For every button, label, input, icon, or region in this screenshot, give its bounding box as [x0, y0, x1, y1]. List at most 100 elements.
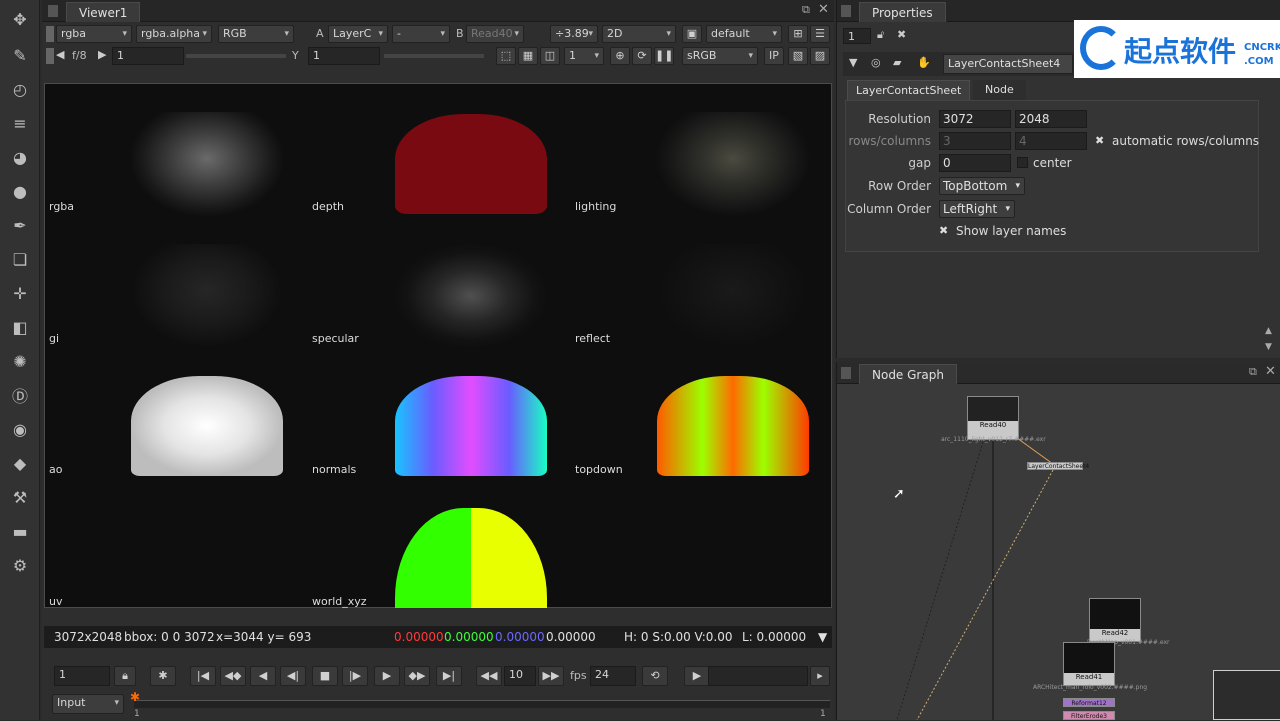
- prev-frame-icon[interactable]: ◀: [250, 666, 276, 686]
- loop-icon[interactable]: ⟲: [642, 666, 668, 686]
- node-name-field[interactable]: LayerContactSheet4: [943, 54, 1073, 74]
- node-filter-erode3[interactable]: FilterErode3: [1063, 711, 1115, 720]
- clock-icon[interactable]: ◴: [9, 78, 31, 100]
- lut-dropdown[interactable]: default: [706, 25, 782, 43]
- playhead-icon[interactable]: ✱: [130, 690, 140, 704]
- scroll-up-icon[interactable]: ▲: [1265, 326, 1272, 336]
- proxy-dropdown[interactable]: 1: [564, 47, 604, 65]
- tab-viewer1[interactable]: Viewer1: [66, 2, 141, 22]
- paint-brush-icon[interactable]: ✎: [9, 44, 31, 66]
- close-icon[interactable]: ✕: [818, 2, 829, 17]
- input-process-button[interactable]: IP: [764, 47, 784, 65]
- move-icon[interactable]: ✥: [9, 8, 31, 30]
- node-read41[interactable]: Read41: [1063, 642, 1115, 686]
- circle-icon[interactable]: ●: [9, 180, 31, 202]
- panel-grip-icon[interactable]: [841, 5, 851, 17]
- gpu-icon[interactable]: ⊕: [610, 47, 630, 65]
- channels-dropdown[interactable]: rgba: [56, 25, 132, 43]
- wrench-icon[interactable]: ⚒: [9, 486, 31, 508]
- resolution-height-input[interactable]: 2048: [1015, 110, 1087, 128]
- node-graph-minimap[interactable]: [1213, 670, 1280, 720]
- gain-dropdown[interactable]: ÷3.89: [550, 25, 598, 43]
- fps-input[interactable]: 24: [590, 666, 636, 686]
- node-graph-panel[interactable]: Node Graph ⧉ ✕ Read40 arc_1110_light_v01…: [836, 362, 1280, 720]
- tab-properties[interactable]: Properties: [859, 2, 946, 22]
- eye-icon[interactable]: ◉: [9, 418, 31, 440]
- pen-icon[interactable]: ✒: [9, 214, 31, 236]
- scroll-down-icon[interactable]: ▼: [1265, 342, 1272, 352]
- row-order-dropdown[interactable]: TopBottom: [939, 177, 1025, 195]
- overlay-icon[interactable]: ⊞: [788, 25, 808, 43]
- transform-icon[interactable]: ✛: [9, 282, 31, 304]
- next-keyframe-icon[interactable]: ◆▶: [404, 666, 430, 686]
- stripes-icon[interactable]: ▨: [810, 47, 830, 65]
- guides-icon[interactable]: ▦: [518, 47, 538, 65]
- center-checkbox[interactable]: [1017, 157, 1028, 168]
- snowflake-icon[interactable]: ✱: [150, 666, 176, 686]
- clip-warning-icon[interactable]: ▧: [788, 47, 808, 65]
- clear-panel-icon[interactable]: ✖: [897, 28, 906, 41]
- info-menu-icon[interactable]: ▼: [818, 626, 827, 648]
- node-read40[interactable]: Read40: [967, 396, 1019, 440]
- channel-icon[interactable]: ◕: [9, 146, 31, 168]
- properties-count-input[interactable]: 1: [843, 28, 871, 44]
- gamma-input[interactable]: 1: [308, 47, 380, 65]
- node-reformat12[interactable]: Reformat12: [1063, 698, 1115, 707]
- display-channel-dropdown[interactable]: RGB: [218, 25, 294, 43]
- node-read42[interactable]: Read42: [1089, 598, 1141, 642]
- stop-icon[interactable]: ■: [312, 666, 338, 686]
- view-mode-dropdown[interactable]: 2D: [602, 25, 676, 43]
- lock-panel-icon[interactable]: 🔓︎: [877, 28, 884, 42]
- tag-icon[interactable]: ◆: [9, 452, 31, 474]
- step-input[interactable]: 10: [504, 666, 536, 686]
- tab-layer-contact-sheet[interactable]: LayerContactSheet: [847, 80, 971, 100]
- float-icon[interactable]: ⧉: [802, 3, 810, 17]
- refresh-icon[interactable]: ⟳: [632, 47, 652, 65]
- gear-icon[interactable]: ⚙: [9, 554, 31, 576]
- viewer-row2-grip-icon[interactable]: [46, 48, 54, 64]
- show-layer-names-checkbox[interactable]: ✖: [939, 224, 948, 237]
- input-mode-dropdown[interactable]: Input: [52, 694, 124, 714]
- automatic-rows-checkbox[interactable]: ✖: [1095, 134, 1104, 147]
- skip-back-icon[interactable]: ◀◀: [476, 666, 502, 686]
- viewer-node-icon[interactable]: ▰: [893, 56, 901, 69]
- play-backward-icon[interactable]: ◀|: [280, 666, 306, 686]
- transport-extra-input[interactable]: [708, 666, 808, 686]
- alpha-channel-dropdown[interactable]: rgba.alpha: [136, 25, 212, 43]
- viewer-menu-lines-icon[interactable]: ☰: [810, 25, 830, 43]
- center-node-icon[interactable]: ◎: [871, 56, 881, 69]
- fstop-down-icon[interactable]: ◀: [56, 48, 64, 61]
- folder-icon[interactable]: ▬: [9, 520, 31, 542]
- viewer-canvas[interactable]: rgba depth lighting gi specular reflect …: [44, 83, 832, 608]
- last-frame-icon[interactable]: ▶|: [436, 666, 462, 686]
- collapse-icon[interactable]: ▼: [849, 56, 857, 69]
- gain-input[interactable]: 1: [112, 47, 184, 65]
- pause-icon[interactable]: ❚❚: [654, 47, 674, 65]
- fstop-up-icon[interactable]: ▶: [98, 48, 106, 61]
- node-layer-contact-sheet[interactable]: LayerContactSheet4: [1027, 462, 1089, 470]
- proxy-icon[interactable]: ◫: [540, 47, 560, 65]
- flipbook-icon[interactable]: ▶: [684, 666, 710, 686]
- d-icon[interactable]: Ⓓ: [9, 384, 31, 406]
- viewer-menu-icon[interactable]: [46, 26, 54, 42]
- compare-op-dropdown[interactable]: -: [392, 25, 450, 43]
- resolution-width-input[interactable]: 3072: [939, 110, 1011, 128]
- timeline-toggle-icon[interactable]: ▸: [810, 666, 830, 686]
- rows-input[interactable]: 3: [939, 132, 1011, 150]
- column-order-dropdown[interactable]: LeftRight: [939, 200, 1015, 218]
- frame-input[interactable]: 1: [54, 666, 110, 686]
- colorspace-dropdown[interactable]: sRGB: [682, 47, 758, 65]
- next-frame-icon[interactable]: ▶: [374, 666, 400, 686]
- gap-input[interactable]: 0: [939, 154, 1011, 172]
- roi-icon[interactable]: ⬚: [496, 47, 516, 65]
- input-a-dropdown[interactable]: LayerC: [328, 25, 388, 43]
- panel-grip-icon[interactable]: [48, 5, 58, 17]
- tab-node[interactable]: Node: [973, 80, 1026, 100]
- particle-icon[interactable]: ✺: [9, 350, 31, 372]
- cube-icon[interactable]: ◧: [9, 316, 31, 338]
- input-b-dropdown[interactable]: Read40: [466, 25, 524, 43]
- first-frame-icon[interactable]: |◀: [190, 666, 216, 686]
- camera-icon[interactable]: ▣: [682, 25, 702, 43]
- list-icon[interactable]: ≡: [9, 112, 31, 134]
- timeline[interactable]: [134, 700, 830, 708]
